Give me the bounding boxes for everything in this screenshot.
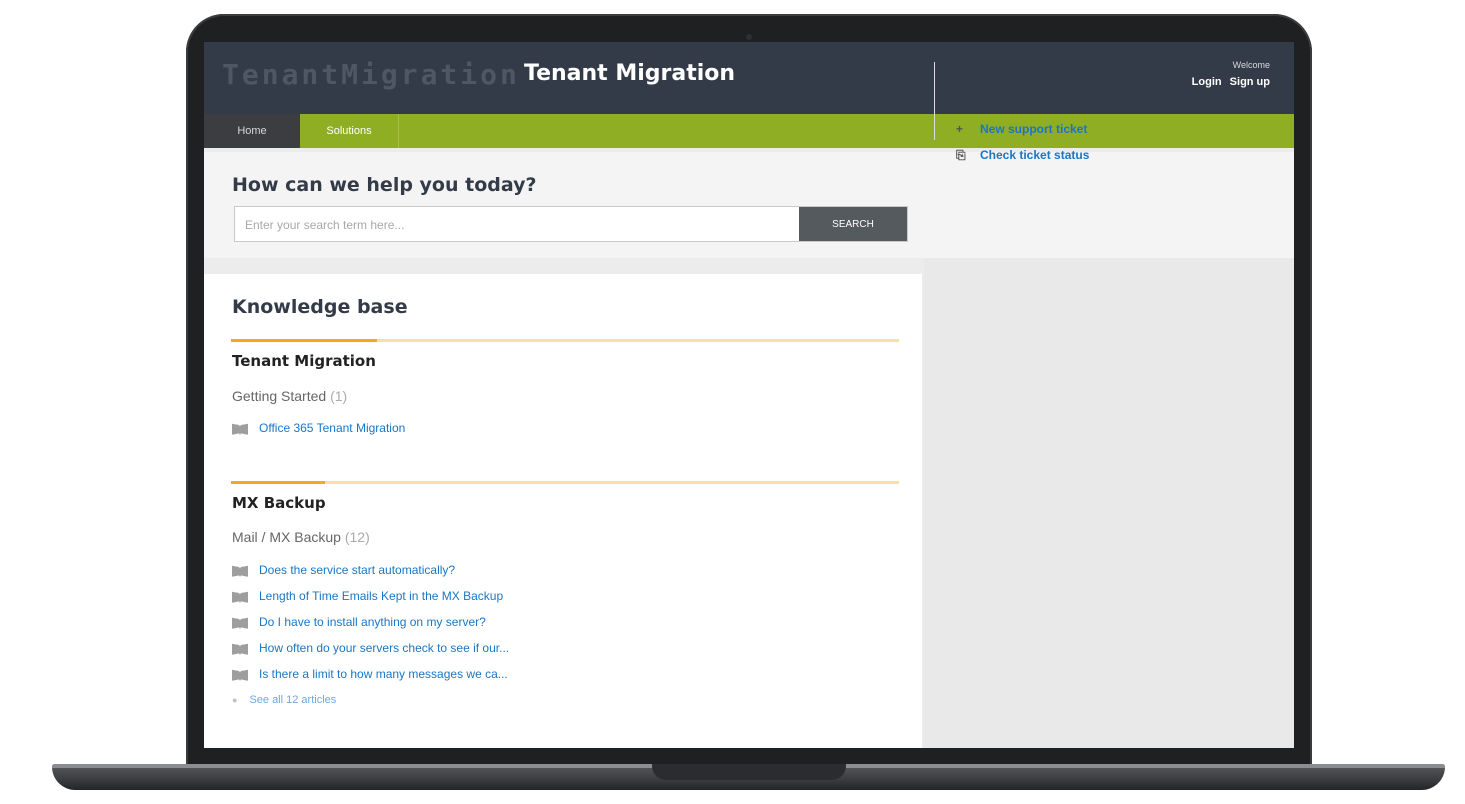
plus-icon: + [956,122,964,136]
site-title[interactable]: Tenant Migration [524,61,735,86]
folder-count: (12) [344,529,370,545]
knowledge-base-panel: Knowledge base Tenant Migration Getting … [204,274,922,748]
help-section: How can we help you today? SEARCH [204,152,1294,258]
book-icon [232,591,248,603]
section-accent [231,481,325,484]
new-ticket-label: New support ticket [980,122,1088,136]
new-ticket-link[interactable]: + New support ticket [956,122,1087,136]
tab-home[interactable]: Home [204,114,300,148]
book-icon [232,617,248,629]
search-input[interactable] [235,207,811,243]
section-divider [231,481,899,484]
search-box: SEARCH [234,206,908,243]
check-status-link[interactable]: ⎘ Check ticket status [956,148,1089,163]
book-icon [232,669,248,681]
help-title: How can we help you today? [232,174,537,196]
camera-icon [746,34,752,40]
section-title[interactable]: MX Backup [232,494,326,512]
login-link[interactable]: Login [1192,76,1222,88]
see-all-label: See all 12 articles [249,694,337,706]
see-all-articles-link[interactable]: ● See all 12 articles [232,694,336,706]
laptop-notch [652,764,846,780]
section-accent [231,339,377,342]
welcome-text: Welcome [1232,60,1270,70]
article-title: Office 365 Tenant Migration [259,421,406,435]
kb-heading: Knowledge base [232,296,408,318]
section-title[interactable]: Tenant Migration [232,352,376,370]
bullet-icon: ● [232,695,238,705]
signup-link[interactable]: Sign up [1230,76,1270,88]
article-link[interactable]: Office 365 Tenant Migration [232,421,405,435]
site-header: TenantMigration Tenant Migration Welcome… [204,42,1294,114]
check-status-label: Check ticket status [980,148,1090,162]
book-icon [232,423,248,435]
article-link[interactable]: Does the service start automatically? [232,563,455,577]
laptop-screen: TenantMigration Tenant Migration Welcome… [204,42,1294,748]
nav-bar: Home Solutions [204,114,1294,148]
folder-name[interactable]: Getting Started (1) [232,388,347,404]
folder-count: (1) [330,388,348,404]
site-logo[interactable]: TenantMigration [222,58,520,91]
article-link[interactable]: Length of Time Emails Kept in the MX Bac… [232,589,503,603]
folder-label: Mail / MX Backup [232,529,341,545]
ticket-icon: ⎘ [956,148,966,162]
auth-links: Login Sign up [1187,76,1270,88]
article-link[interactable]: Is there a limit to how many messages we… [232,667,508,681]
tab-solutions[interactable]: Solutions [300,114,399,148]
folder-name[interactable]: Mail / MX Backup (12) [232,529,370,545]
article-link[interactable]: How often do your servers check to see i… [232,641,509,655]
book-icon [232,643,248,655]
search-button[interactable]: SEARCH [799,207,907,241]
article-title: Do I have to install anything on my serv… [259,615,486,629]
article-title: Does the service start automatically? [259,563,456,577]
article-title: Is there a limit to how many messages we… [259,667,508,681]
folder-label: Getting Started [232,388,327,404]
divider [934,62,935,140]
book-icon [232,565,248,577]
article-link[interactable]: Do I have to install anything on my serv… [232,615,486,629]
section-divider [231,339,899,342]
article-title: Length of Time Emails Kept in the MX Bac… [259,589,504,603]
sidebar-panel [924,258,1294,748]
article-title: How often do your servers check to see i… [259,641,510,655]
